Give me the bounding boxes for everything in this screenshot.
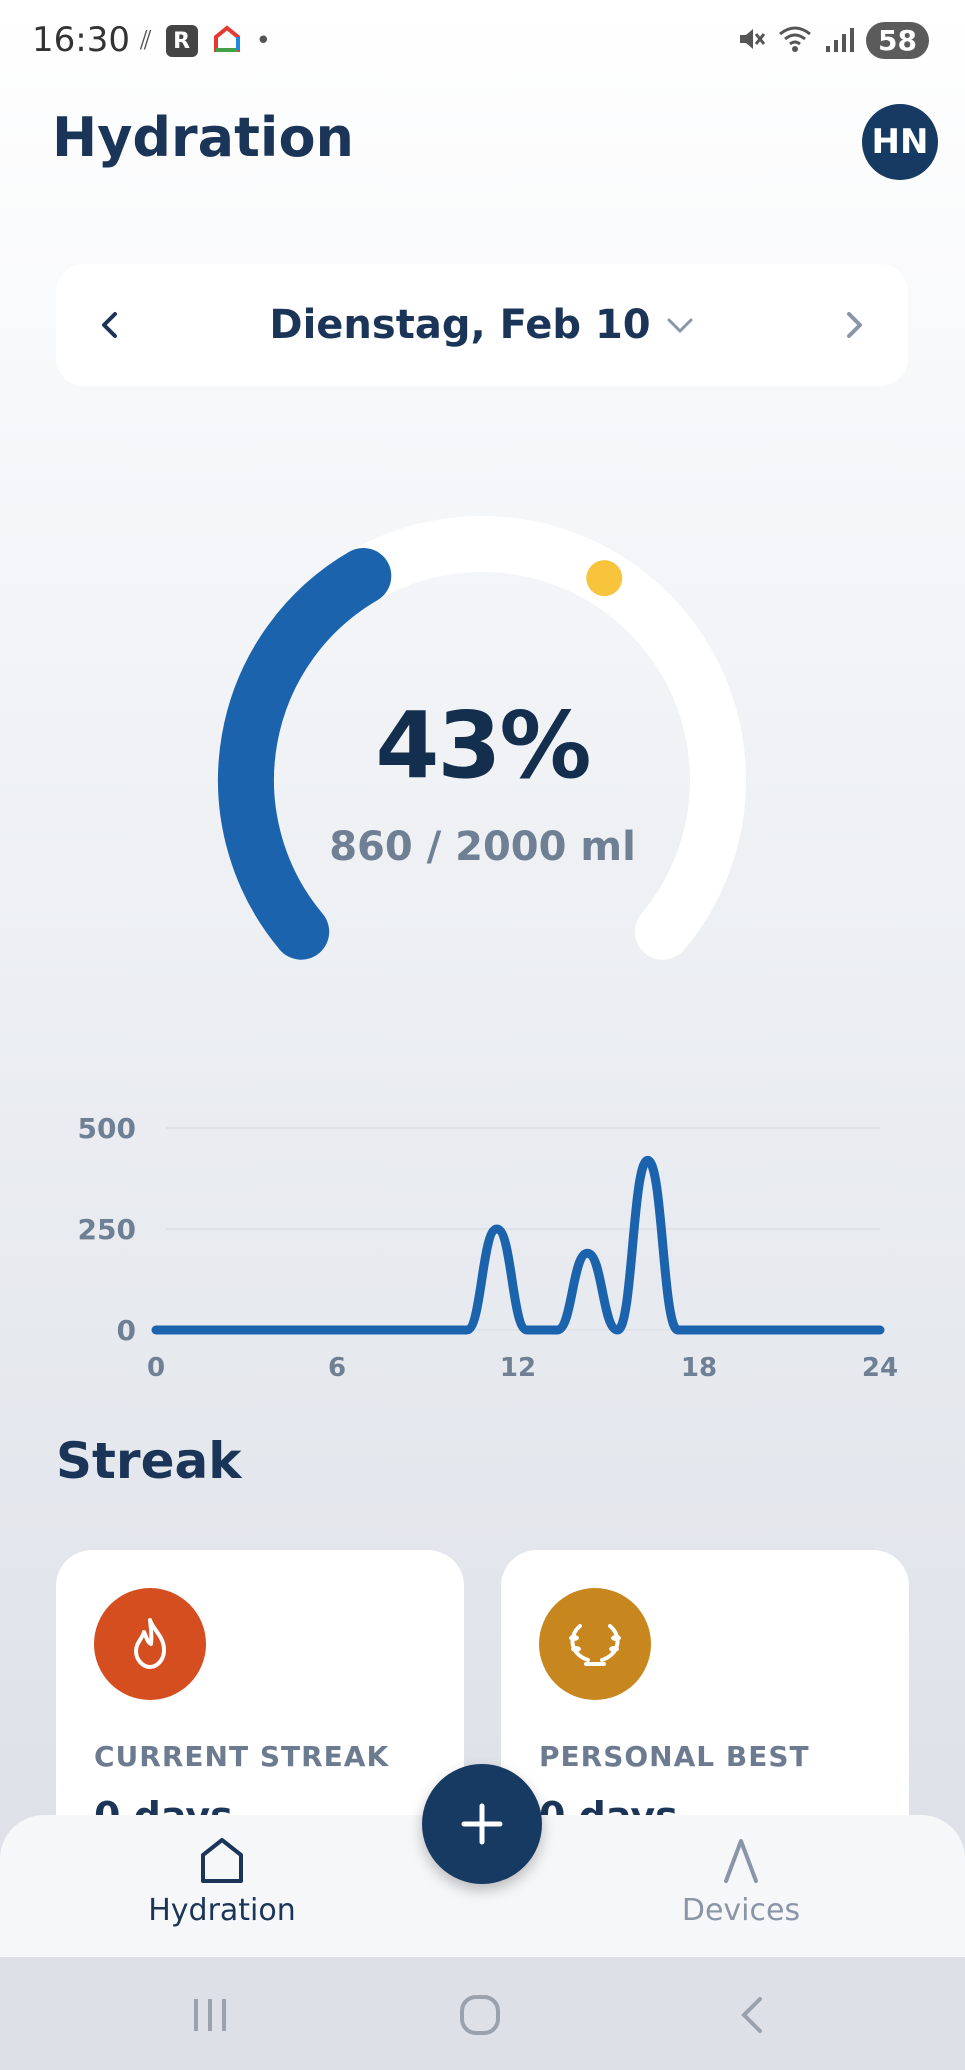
intake-chart: 0 250 500 0 6 12 18 24 bbox=[78, 1112, 899, 1380]
chart-y-tick-label: 250 bbox=[78, 1213, 136, 1246]
wifi-icon bbox=[778, 24, 812, 58]
chart-x-tick-label: 6 bbox=[328, 1353, 346, 1380]
chart-x-tick-label: 18 bbox=[681, 1353, 717, 1380]
mute-icon bbox=[736, 24, 766, 58]
chart-x-tick-label: 12 bbox=[500, 1353, 536, 1380]
back-button[interactable] bbox=[712, 1985, 792, 2045]
flame-icon bbox=[94, 1588, 206, 1700]
home-circle-icon bbox=[460, 1995, 500, 2035]
recents-icon bbox=[194, 1999, 226, 2031]
chevron-left-icon bbox=[102, 312, 117, 338]
progress-volume: 860 / 2000 ml bbox=[329, 824, 636, 870]
next-day-button[interactable] bbox=[824, 295, 884, 355]
recents-button[interactable] bbox=[170, 1985, 250, 2045]
status-time: 16:30 bbox=[32, 20, 130, 60]
date-selector: Dienstag, Feb 10 bbox=[56, 264, 908, 386]
nav-devices-label: Devices bbox=[681, 1893, 801, 1928]
status-notification-icons: ⫽ R • bbox=[140, 24, 271, 58]
back-icon bbox=[741, 1997, 762, 2033]
streak-title: Streak bbox=[56, 1432, 242, 1490]
personal-best-title: PERSONAL BEST bbox=[539, 1740, 810, 1773]
date-dropdown[interactable]: Dienstag, Feb 10 bbox=[269, 302, 694, 348]
nav-devices[interactable]: Devices bbox=[611, 1835, 871, 1928]
battery-indicator: 58 bbox=[866, 22, 929, 59]
chevron-down-icon bbox=[667, 318, 693, 334]
plus-icon bbox=[461, 1803, 503, 1845]
date-label: Dienstag, Feb 10 bbox=[269, 302, 651, 348]
home-icon bbox=[201, 1838, 243, 1883]
home-app-icon bbox=[212, 24, 242, 58]
dot-icon: • bbox=[255, 26, 271, 56]
previous-day-button[interactable] bbox=[80, 295, 140, 355]
lambda-device-icon bbox=[724, 1839, 758, 1883]
chart-y-tick-label: 500 bbox=[78, 1112, 136, 1145]
nav-hydration[interactable]: Hydration bbox=[92, 1835, 352, 1928]
app-r-icon: R bbox=[165, 25, 198, 57]
system-navigation-bar bbox=[0, 1957, 965, 2070]
page-title: Hydration bbox=[52, 106, 354, 169]
add-intake-button[interactable] bbox=[422, 1764, 542, 1884]
status-system-icons: 58 bbox=[736, 22, 929, 59]
signal-slash-icon: ⫽ bbox=[140, 25, 152, 56]
cell-signal-icon bbox=[824, 24, 855, 58]
nav-hydration-label: Hydration bbox=[148, 1893, 296, 1928]
avatar[interactable]: HN bbox=[862, 104, 938, 180]
chart-series-line bbox=[151, 1155, 885, 1335]
laurel-icon bbox=[539, 1588, 651, 1700]
chevron-right-icon bbox=[847, 312, 862, 338]
chart-y-tick-label: 0 bbox=[117, 1314, 136, 1347]
gauge-marker bbox=[586, 560, 623, 597]
chart-x-tick-label: 24 bbox=[862, 1353, 898, 1380]
progress-percent: 43% bbox=[375, 692, 591, 799]
chart-x-tick-label: 0 bbox=[147, 1353, 165, 1380]
home-button[interactable] bbox=[440, 1985, 520, 2045]
current-streak-title: CURRENT STREAK bbox=[94, 1740, 390, 1773]
